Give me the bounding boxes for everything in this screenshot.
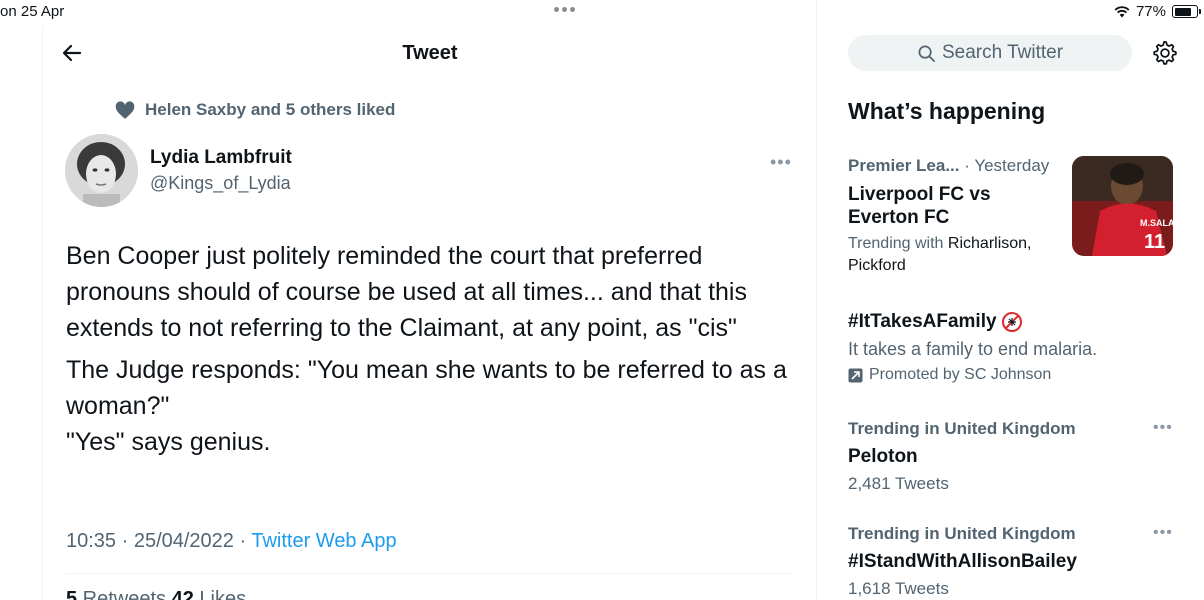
tweet-timestamp[interactable]: 10:35 · 25/04/2022 · <box>66 530 251 552</box>
main-column: Tweet Helen Saxby and 5 others liked Lyd… <box>43 0 817 600</box>
trend-count: 2,481 Tweets <box>848 474 949 493</box>
trend-category: Premier Lea... · Yesterday <box>848 155 1063 177</box>
whats-happening-title: What’s happening <box>848 98 1046 124</box>
search-input[interactable]: Search Twitter <box>848 35 1132 71</box>
mosquito-emoji-icon <box>1001 311 1022 332</box>
tweet-line: The Judge responds: "You mean she wants … <box>66 356 787 420</box>
avatar-image <box>65 134 138 207</box>
trend-category: Trending in United Kingdom <box>848 419 1076 438</box>
tweet-source-link[interactable]: Twitter Web App <box>251 530 396 552</box>
tweet-paragraph: The Judge responds: "You mean she wants … <box>66 352 811 460</box>
promoted-title-row: #ItTakesAFamily <box>848 310 1148 333</box>
jersey-name: M.SALAH <box>1140 218 1173 228</box>
tweet-stats: 5 Retweets 42 Likes <box>66 588 246 600</box>
trend-item[interactable]: Trending in United Kingdom #IStandWithAl… <box>848 523 1158 600</box>
trend-category: Trending in United Kingdom <box>848 524 1076 543</box>
promoted-description: It takes a family to end malaria. <box>848 339 1098 359</box>
trend-image[interactable]: M.SALAH 11 <box>1072 156 1173 256</box>
tweet-header: Tweet <box>43 26 817 80</box>
trending-with-label: Trending with <box>848 235 948 252</box>
search-icon <box>918 45 935 62</box>
trend-title: #IStandWithAllisonBailey <box>848 551 1077 572</box>
trend-item[interactable]: Premier Lea... · Yesterday Liverpool FC … <box>848 155 1063 277</box>
like-count[interactable]: 42 <box>172 588 194 600</box>
divider <box>66 573 792 574</box>
tweet-meta: 10:35 · 25/04/2022 · Twitter Web App <box>66 530 397 553</box>
trend-item[interactable]: Trending in United Kingdom Peloton 2,481… <box>848 418 1158 495</box>
trend-more-icon[interactable]: ••• <box>1153 419 1173 437</box>
promoted-icon <box>848 368 863 382</box>
author-name[interactable]: Lydia Lambfruit <box>150 147 292 169</box>
trend-title: Liverpool FC vs Everton FC <box>848 184 991 228</box>
page-title: Tweet <box>402 42 458 64</box>
promoted-by-text: Promoted by SC Johnson <box>869 366 1052 383</box>
author-handle[interactable]: @Kings_of_Lydia <box>150 173 291 194</box>
trend-title: Peloton <box>848 446 918 467</box>
search-placeholder: Search Twitter <box>941 42 1064 63</box>
tweet-line: "Yes" says genius. <box>66 428 271 456</box>
promoted-title: #ItTakesAFamily <box>848 311 997 332</box>
retweets-label[interactable]: Retweets <box>77 588 171 600</box>
trend-subtitle: Trending with Richarlison, Pickford <box>848 233 1063 277</box>
left-rail <box>0 26 43 600</box>
trend-count: 1,618 Tweets <box>848 579 949 598</box>
social-context-text: Helen Saxby and 5 others liked <box>145 100 396 119</box>
tweet-text: Ben Cooper just politely reminded the co… <box>66 238 811 460</box>
promoted-trend[interactable]: #ItTakesAFamily It takes a family to end… <box>848 310 1148 384</box>
trend-category-name: Premier Lea... <box>848 156 960 175</box>
avatar[interactable] <box>65 134 138 207</box>
social-context[interactable]: Helen Saxby and 5 others liked <box>115 100 395 120</box>
heart-icon <box>115 100 135 119</box>
status-right: 77% <box>1114 3 1201 20</box>
trend-when: · Yesterday <box>959 156 1050 175</box>
likes-label[interactable]: Likes <box>194 588 246 600</box>
tweet-paragraph: Ben Cooper just politely reminded the co… <box>66 242 747 342</box>
trend-more-icon[interactable]: ••• <box>1153 524 1173 542</box>
battery-percent: 77% <box>1135 3 1166 20</box>
jersey-number: 11 <box>1144 231 1165 253</box>
retweet-count[interactable]: 5 <box>66 588 77 600</box>
wifi-icon <box>1114 6 1130 18</box>
gear-icon[interactable] <box>1152 40 1178 66</box>
promoted-by: Promoted by SC Johnson <box>848 366 1148 384</box>
more-options-icon[interactable]: ••• <box>770 152 792 173</box>
battery-icon <box>1172 5 1201 18</box>
